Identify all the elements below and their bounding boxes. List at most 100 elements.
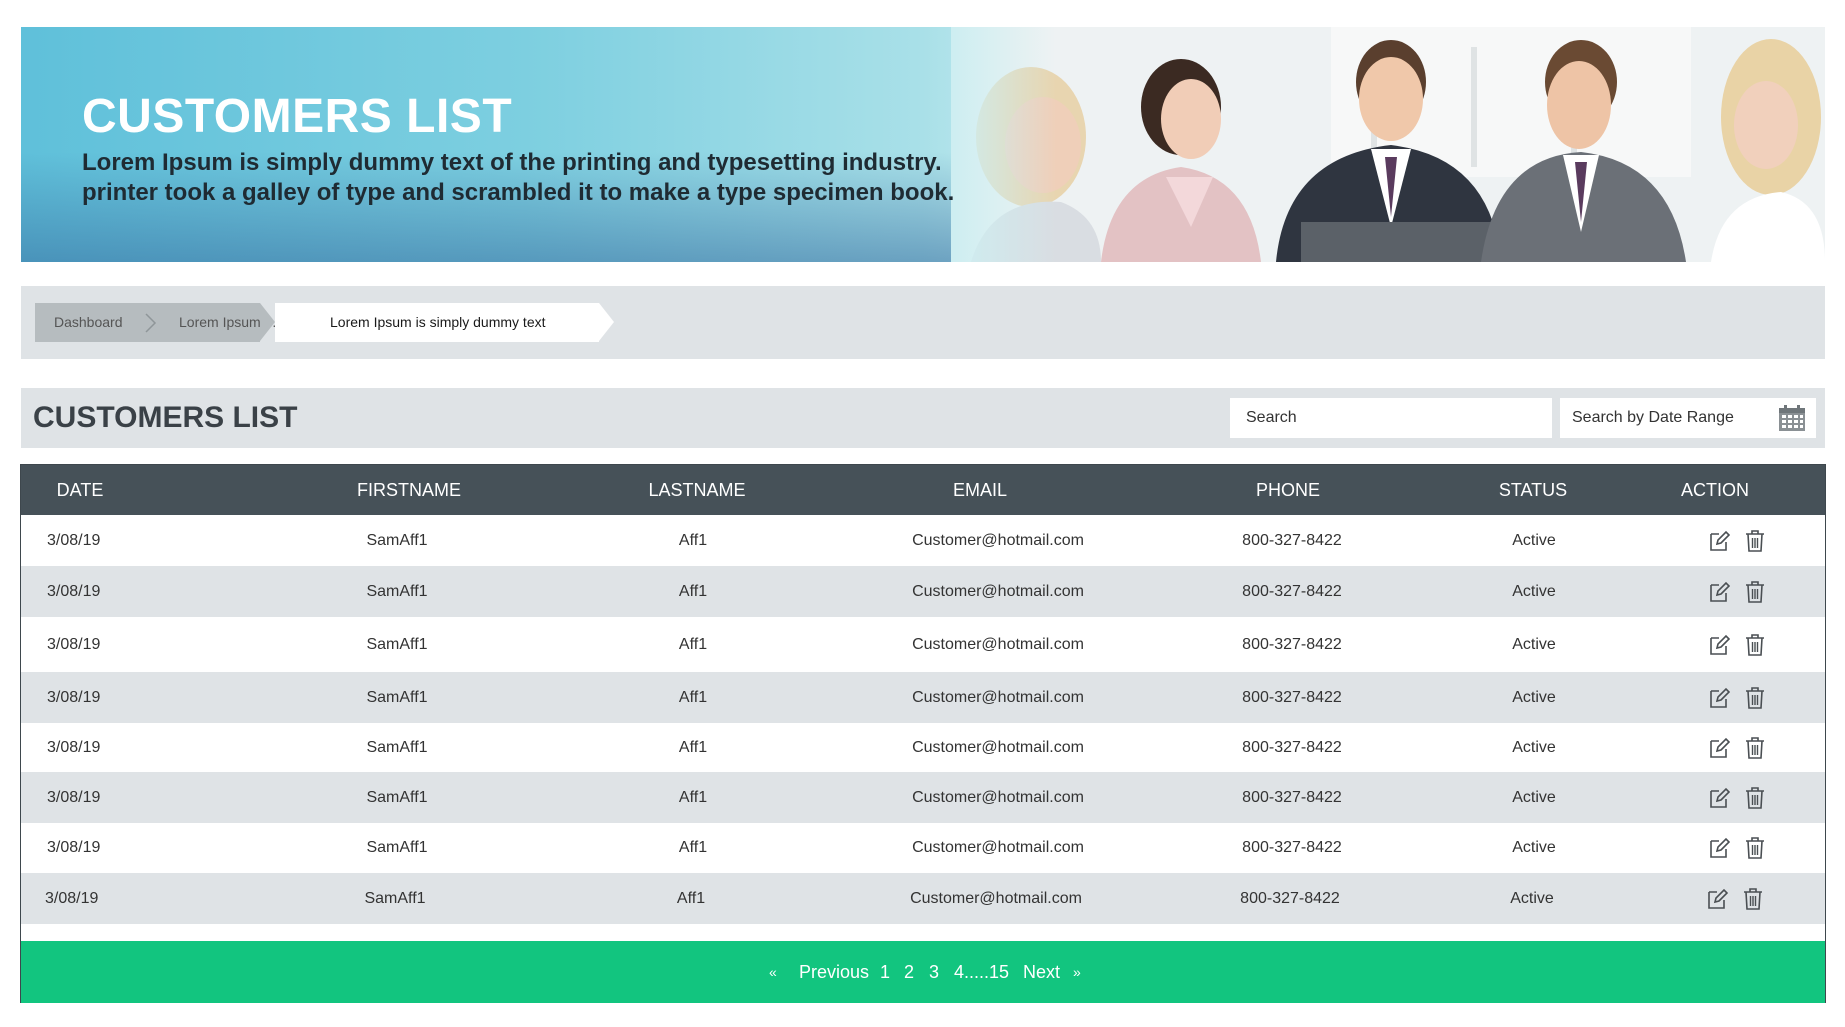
customers-table: DATE FIRSTNAME LASTNAME EMAIL PHONE STAT… (20, 464, 1826, 1003)
cell-firstname: SamAff1 (366, 688, 428, 706)
edit-icon[interactable] (1708, 580, 1731, 604)
pagination-prev-arrow[interactable]: « (769, 941, 777, 1003)
breadcrumb-arrow (260, 303, 275, 341)
cell-email: Customer@hotmail.com (912, 788, 1084, 806)
cell-email: Customer@hotmail.com (912, 531, 1084, 549)
pagination-next-arrow[interactable]: » (1073, 941, 1081, 1003)
cell-date: 3/08/19 (47, 635, 101, 653)
cell-lastname: Aff1 (678, 531, 708, 549)
edit-icon[interactable] (1706, 887, 1729, 911)
hero-banner: CUSTOMERS LIST Lorem Ipsum is simply dum… (21, 27, 1825, 262)
cell-lastname: Aff1 (676, 889, 706, 907)
edit-icon[interactable] (1708, 633, 1731, 657)
column-header-status[interactable]: STATUS (1499, 465, 1567, 515)
table-row[interactable]: 3/08/19 SamAff1 Aff1 Customer@hotmail.com 80… (21, 515, 1825, 566)
cell-status: Active (1512, 531, 1556, 549)
cell-lastname: Aff1 (678, 738, 708, 756)
cell-status: Active (1510, 889, 1554, 907)
cell-phone: 800-327-8422 (1242, 635, 1342, 653)
team-meeting-photo (951, 27, 1825, 262)
edit-icon[interactable] (1708, 686, 1731, 710)
chevron-right-icon (145, 313, 157, 333)
cell-phone: 800-327-8422 (1242, 582, 1342, 600)
cell-lastname: Aff1 (678, 635, 708, 653)
cell-firstname: SamAff1 (364, 889, 426, 907)
cell-firstname: SamAff1 (366, 531, 428, 549)
table-row[interactable]: 3/08/19 SamAff1 Aff1 Customer@hotmail.com 80… (21, 772, 1825, 823)
column-header-lastname[interactable]: LASTNAME (648, 465, 745, 515)
cell-status: Active (1512, 688, 1556, 706)
cell-phone: 800-327-8422 (1240, 889, 1340, 907)
date-range-input[interactable] (1560, 398, 1770, 438)
pagination-page-3[interactable]: 3 (929, 941, 939, 1003)
column-header-action: ACTION (1680, 480, 1750, 500)
cell-date: 3/08/19 (47, 788, 101, 806)
cell-status: Active (1512, 788, 1556, 806)
cell-date: 3/08/19 (47, 688, 101, 706)
cell-phone: 800-327-8422 (1242, 738, 1342, 756)
search-input[interactable] (1230, 398, 1552, 438)
breadcrumb-item-lorem[interactable]: Lorem Ipsum....... (150, 303, 288, 342)
trash-icon[interactable] (1742, 887, 1764, 911)
pagination-page-1[interactable]: 1 (880, 941, 890, 1003)
column-header-phone[interactable]: PHONE (1256, 465, 1320, 515)
edit-icon[interactable] (1708, 529, 1731, 553)
cell-lastname: Aff1 (678, 788, 708, 806)
breadcrumb: Dashboard Lorem Ipsum....... Lorem Ipsum… (21, 286, 1825, 359)
cell-status: Active (1512, 635, 1556, 653)
trash-icon[interactable] (1744, 529, 1766, 553)
table-row[interactable]: 3/08/19 SamAff1 Aff1 Customer@hotmail.com 80… (21, 672, 1825, 723)
calendar-icon[interactable] (1778, 404, 1806, 432)
table-row[interactable]: 3/08/19 SamAff1 Aff1 Customer@hotmail.com 80… (21, 617, 1825, 672)
cell-status: Active (1512, 582, 1556, 600)
edit-icon[interactable] (1708, 786, 1731, 810)
cell-email: Customer@hotmail.com (910, 889, 1082, 907)
cell-phone: 800-327-8422 (1242, 688, 1342, 706)
trash-icon[interactable] (1744, 686, 1766, 710)
column-header-firstname[interactable]: FIRSTNAME (357, 465, 461, 515)
cell-lastname: Aff1 (678, 582, 708, 600)
cell-lastname: Aff1 (678, 839, 708, 856)
trash-icon[interactable] (1744, 633, 1766, 657)
table-header: DATE FIRSTNAME LASTNAME EMAIL PHONE STAT… (21, 465, 1825, 515)
cell-firstname: SamAff1 (366, 738, 428, 756)
cell-status: Active (1512, 839, 1556, 856)
cell-email: Customer@hotmail.com (912, 738, 1084, 756)
cell-date: 3/08/19 (45, 889, 99, 907)
table-row[interactable]: 3/08/19 SamAff1 Aff1 Customer@hotmail.com 80… (21, 723, 1825, 772)
breadcrumb-item-current[interactable]: Lorem Ipsum is simply dummy text (275, 303, 599, 342)
cell-firstname: SamAff1 (366, 635, 428, 653)
cell-phone: 800-327-8422 (1242, 788, 1342, 806)
pagination-previous[interactable]: Previous (799, 941, 869, 1003)
column-header-date[interactable]: DATE (57, 465, 104, 515)
date-range-field (1560, 398, 1816, 438)
cell-date: 3/08/19 (47, 582, 101, 600)
cell-email: Customer@hotmail.com (912, 635, 1084, 653)
pagination-next[interactable]: Next (1023, 941, 1060, 1003)
table-row[interactable]: 3/08/19 SamAff1 Aff1 Customer@hotmail.com 80… (21, 873, 1825, 924)
table-row[interactable]: 3/08/19 SamAff1 Aff1 Customer@hotmail.com 80… (21, 823, 1825, 873)
pagination-page-2[interactable]: 2 (904, 941, 914, 1003)
cell-phone: 800-327-8422 (1242, 839, 1342, 856)
edit-icon[interactable] (1708, 736, 1731, 760)
cell-firstname: SamAff1 (366, 839, 428, 856)
trash-icon[interactable] (1744, 580, 1766, 604)
cell-date: 3/08/19 (47, 738, 101, 756)
trash-icon[interactable] (1744, 836, 1766, 860)
trash-icon[interactable] (1744, 736, 1766, 760)
breadcrumb-arrow (599, 303, 614, 341)
breadcrumb-item-dashboard[interactable]: Dashboard (35, 303, 150, 342)
edit-icon[interactable] (1708, 836, 1731, 860)
trash-icon[interactable] (1744, 786, 1766, 810)
pagination-page-range[interactable]: 4.....15 (954, 941, 1009, 1003)
pagination: « Previous 1 2 3 4.....15 Next » (21, 941, 1825, 1003)
banner-subtitle-line-2: printer took a galley of type and scramb… (82, 179, 955, 206)
cell-lastname: Aff1 (678, 688, 708, 706)
column-header-email[interactable]: EMAIL (953, 465, 1007, 515)
cell-firstname: SamAff1 (366, 582, 428, 600)
list-toolbar: CUSTOMERS LIST (21, 388, 1825, 448)
cell-email: Customer@hotmail.com (912, 839, 1084, 856)
cell-firstname: SamAff1 (366, 788, 428, 806)
cell-status: Active (1512, 738, 1556, 756)
table-row[interactable]: 3/08/19 SamAff1 Aff1 Customer@hotmail.com 80… (21, 566, 1825, 617)
